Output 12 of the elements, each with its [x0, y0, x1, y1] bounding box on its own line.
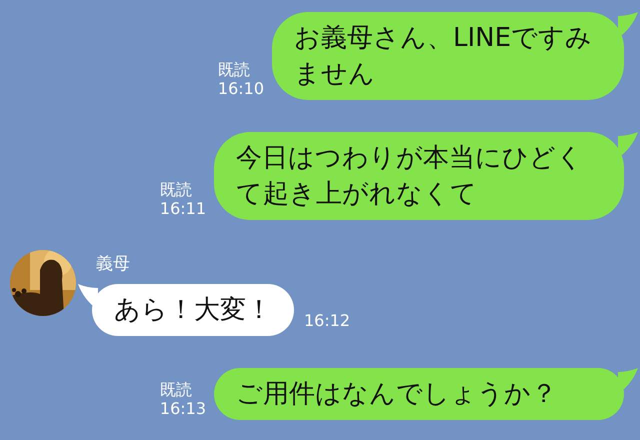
message-text: ご用件はなんでしょうか？ [236, 379, 557, 409]
read-receipt: 既読 [218, 60, 251, 79]
message-time: 16:10 [218, 79, 264, 98]
message-text: あら！大変！ [114, 295, 272, 325]
message-time: 16:12 [304, 311, 350, 330]
read-receipt: 既読 [160, 380, 193, 399]
message-text: お義母さん、LINEですみません [294, 23, 592, 89]
message-time: 16:11 [160, 199, 206, 218]
message-time: 16:13 [160, 399, 206, 418]
read-receipt: 既読 [160, 180, 193, 199]
sender-name: 義母 [96, 253, 131, 276]
message-text: 今日はつわりが本当にひどくて起き上がれなくて [236, 143, 583, 209]
